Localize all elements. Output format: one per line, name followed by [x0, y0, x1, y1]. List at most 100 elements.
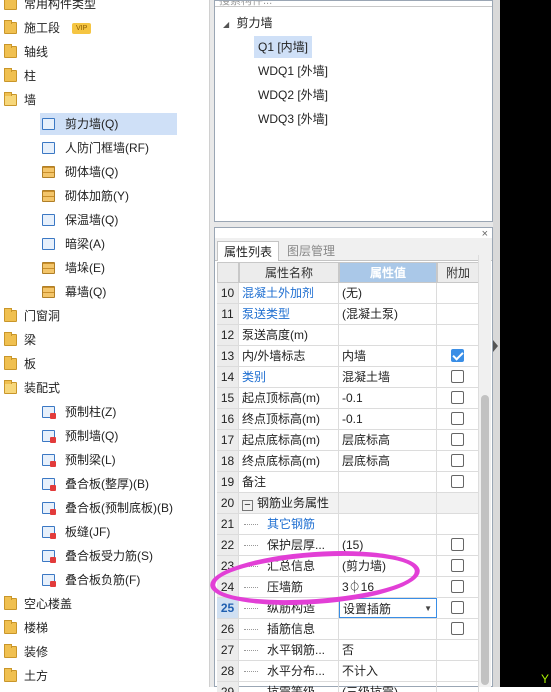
tab-layer-management[interactable]: 图层管理 — [281, 241, 341, 261]
dropdown-arrow-icon[interactable]: ▼ — [424, 599, 432, 617]
property-row[interactable]: 14 类别 混凝土墙 — [217, 367, 479, 388]
attach-checkbox[interactable] — [451, 349, 464, 362]
row-index: 25 — [217, 598, 239, 618]
tree-item-category[interactable]: 空心楼盖 — [0, 593, 209, 615]
tree-item-sub[interactable]: 预制梁(L) — [40, 449, 177, 471]
tree-item-category[interactable]: 梁 — [0, 329, 209, 351]
row-index: 21 — [217, 514, 239, 534]
tree-item-category[interactable]: 轴线 — [0, 41, 209, 63]
search-input[interactable]: 搜索构件... — [215, 1, 492, 7]
vertical-scrollbar[interactable] — [478, 255, 491, 687]
property-row[interactable]: 19 备注 — [217, 472, 479, 493]
property-name-text: 抗震等级 — [267, 685, 316, 692]
tab-bar: 属性列表 图层管理 — [215, 238, 492, 261]
attach-checkbox[interactable] — [451, 580, 464, 593]
property-value[interactable] — [339, 619, 437, 639]
property-row[interactable]: 16 终点顶标高(m) -0.1 — [217, 409, 479, 430]
tree-item-sub[interactable]: 砌体墙(Q) — [40, 161, 177, 183]
tree-item-sub[interactable]: 剪力墙(Q) — [40, 113, 177, 135]
tab-property-list[interactable]: 属性列表 — [217, 241, 280, 261]
attach-checkbox[interactable] — [451, 412, 464, 425]
tree-item-category[interactable]: 门窗洞 — [0, 305, 209, 327]
property-value-text: 否 — [342, 643, 355, 657]
property-value[interactable]: 层底标高 — [339, 430, 437, 450]
property-row[interactable]: 15 起点顶标高(m) -0.1 — [217, 388, 479, 409]
tree-item-category[interactable]: 施工段 VIP — [0, 17, 209, 39]
scroll-thumb[interactable] — [481, 395, 489, 685]
expand-arrow-icon[interactable] — [493, 340, 498, 352]
tree-item-sub[interactable]: 预制柱(Z) — [40, 401, 177, 423]
component-item[interactable]: WDQ2 [外墙] — [254, 84, 332, 106]
property-row[interactable]: 17 起点底标高(m) 层底标高 — [217, 430, 479, 451]
attach-checkbox[interactable] — [451, 370, 464, 383]
property-value[interactable]: 设置插筋 ▼ — [339, 598, 437, 618]
tree-item-category[interactable]: 常用构件类型 — [0, 0, 209, 15]
tree-item-category[interactable]: 土方 — [0, 665, 209, 687]
tree-item-sub[interactable]: 保温墙(Q) — [40, 209, 177, 231]
property-value[interactable]: (无) — [339, 283, 437, 303]
vip-badge: VIP — [72, 23, 92, 34]
property-value[interactable] — [339, 493, 437, 513]
tree-item-sub[interactable]: 叠合板受力筋(S) — [40, 545, 177, 567]
component-item[interactable]: WDQ3 [外墙] — [254, 108, 332, 130]
property-value[interactable]: 混凝土墙 — [339, 367, 437, 387]
property-value[interactable]: 不计入 — [339, 661, 437, 681]
tree-item-sub[interactable]: 板缝(JF) — [40, 521, 177, 543]
property-row[interactable]: 12 泵送高度(m) — [217, 325, 479, 346]
tree-item-category[interactable]: 墙 — [0, 89, 209, 111]
property-row[interactable]: 29 抗震等级 (三级抗震) — [217, 682, 479, 692]
attach-checkbox[interactable] — [451, 391, 464, 404]
component-item[interactable]: WDQ1 [外墙] — [254, 60, 332, 82]
extra-cell — [437, 535, 479, 555]
property-value[interactable] — [339, 472, 437, 492]
attach-checkbox[interactable] — [451, 538, 464, 551]
row-index: 27 — [217, 640, 239, 660]
attach-checkbox[interactable] — [451, 622, 464, 635]
property-row[interactable]: 21 其它钢筋 — [217, 514, 479, 535]
group-expander[interactable]: ◢ 剪力墙 — [223, 12, 273, 34]
property-row[interactable]: 10 混凝土外加剂 (无) — [217, 283, 479, 304]
attach-checkbox[interactable] — [451, 475, 464, 488]
property-row[interactable]: 13 内/外墙标志 内墙 — [217, 346, 479, 367]
extra-cell — [437, 556, 479, 576]
property-row[interactable]: 20− 钢筋业务属性 — [217, 493, 479, 514]
property-value[interactable]: -0.1 — [339, 388, 437, 408]
property-row[interactable]: 18 终点底标高(m) 层底标高 — [217, 451, 479, 472]
tree-item-sub[interactable]: 叠合板负筋(F) — [40, 569, 177, 591]
property-value[interactable]: 否 — [339, 640, 437, 660]
folder-icon — [4, 356, 17, 370]
tree-item-category[interactable]: 楼梯 — [0, 617, 209, 639]
component-item[interactable]: Q1 [内墙] — [254, 36, 313, 58]
property-value[interactable]: (三级抗震) — [339, 682, 437, 692]
property-value[interactable]: 内墙 — [339, 346, 437, 366]
tree-item-sub[interactable]: 叠合板(整厚)(B) — [40, 473, 177, 495]
attach-checkbox[interactable] — [451, 433, 464, 446]
property-value[interactable] — [339, 514, 437, 534]
tree-item-category[interactable]: 板 — [0, 353, 209, 375]
attach-checkbox[interactable] — [451, 601, 464, 614]
property-value-text: (无) — [342, 286, 362, 300]
tree-item-sub[interactable]: 砌体加筋(Y) — [40, 185, 177, 207]
collapse-icon[interactable]: − — [242, 500, 253, 511]
tree-item-sub[interactable]: 人防门框墙(RF) — [40, 137, 177, 159]
tree-item-category[interactable]: 装修 — [0, 641, 209, 663]
tree-item-category[interactable]: 柱 — [0, 65, 209, 87]
tree-item-sub[interactable]: 幕墙(Q) — [40, 281, 177, 303]
property-row[interactable]: 26 插筋信息 — [217, 619, 479, 640]
property-value[interactable]: 层底标高 — [339, 451, 437, 471]
property-value-text: -0.1 — [342, 412, 363, 426]
tree-item-sub[interactable]: 暗梁(A) — [40, 233, 177, 255]
property-row[interactable]: 27 水平钢筋... 否 — [217, 640, 479, 661]
property-name: 类别 — [239, 367, 339, 387]
property-value[interactable]: -0.1 — [339, 409, 437, 429]
tree-item-sub[interactable]: 预制墙(Q) — [40, 425, 177, 447]
property-value[interactable]: (混凝土泵) — [339, 304, 437, 324]
attach-checkbox[interactable] — [451, 454, 464, 467]
property-value[interactable] — [339, 325, 437, 345]
attach-checkbox[interactable] — [451, 559, 464, 572]
property-row[interactable]: 11 泵送类型 (混凝土泵) — [217, 304, 479, 325]
property-row[interactable]: 28 水平分布... 不计入 — [217, 661, 479, 682]
tree-item-sub[interactable]: 叠合板(预制底板)(B) — [40, 497, 177, 519]
tree-item-sub[interactable]: 墙垛(E) — [40, 257, 177, 279]
tree-item-category[interactable]: 装配式 — [0, 377, 209, 399]
